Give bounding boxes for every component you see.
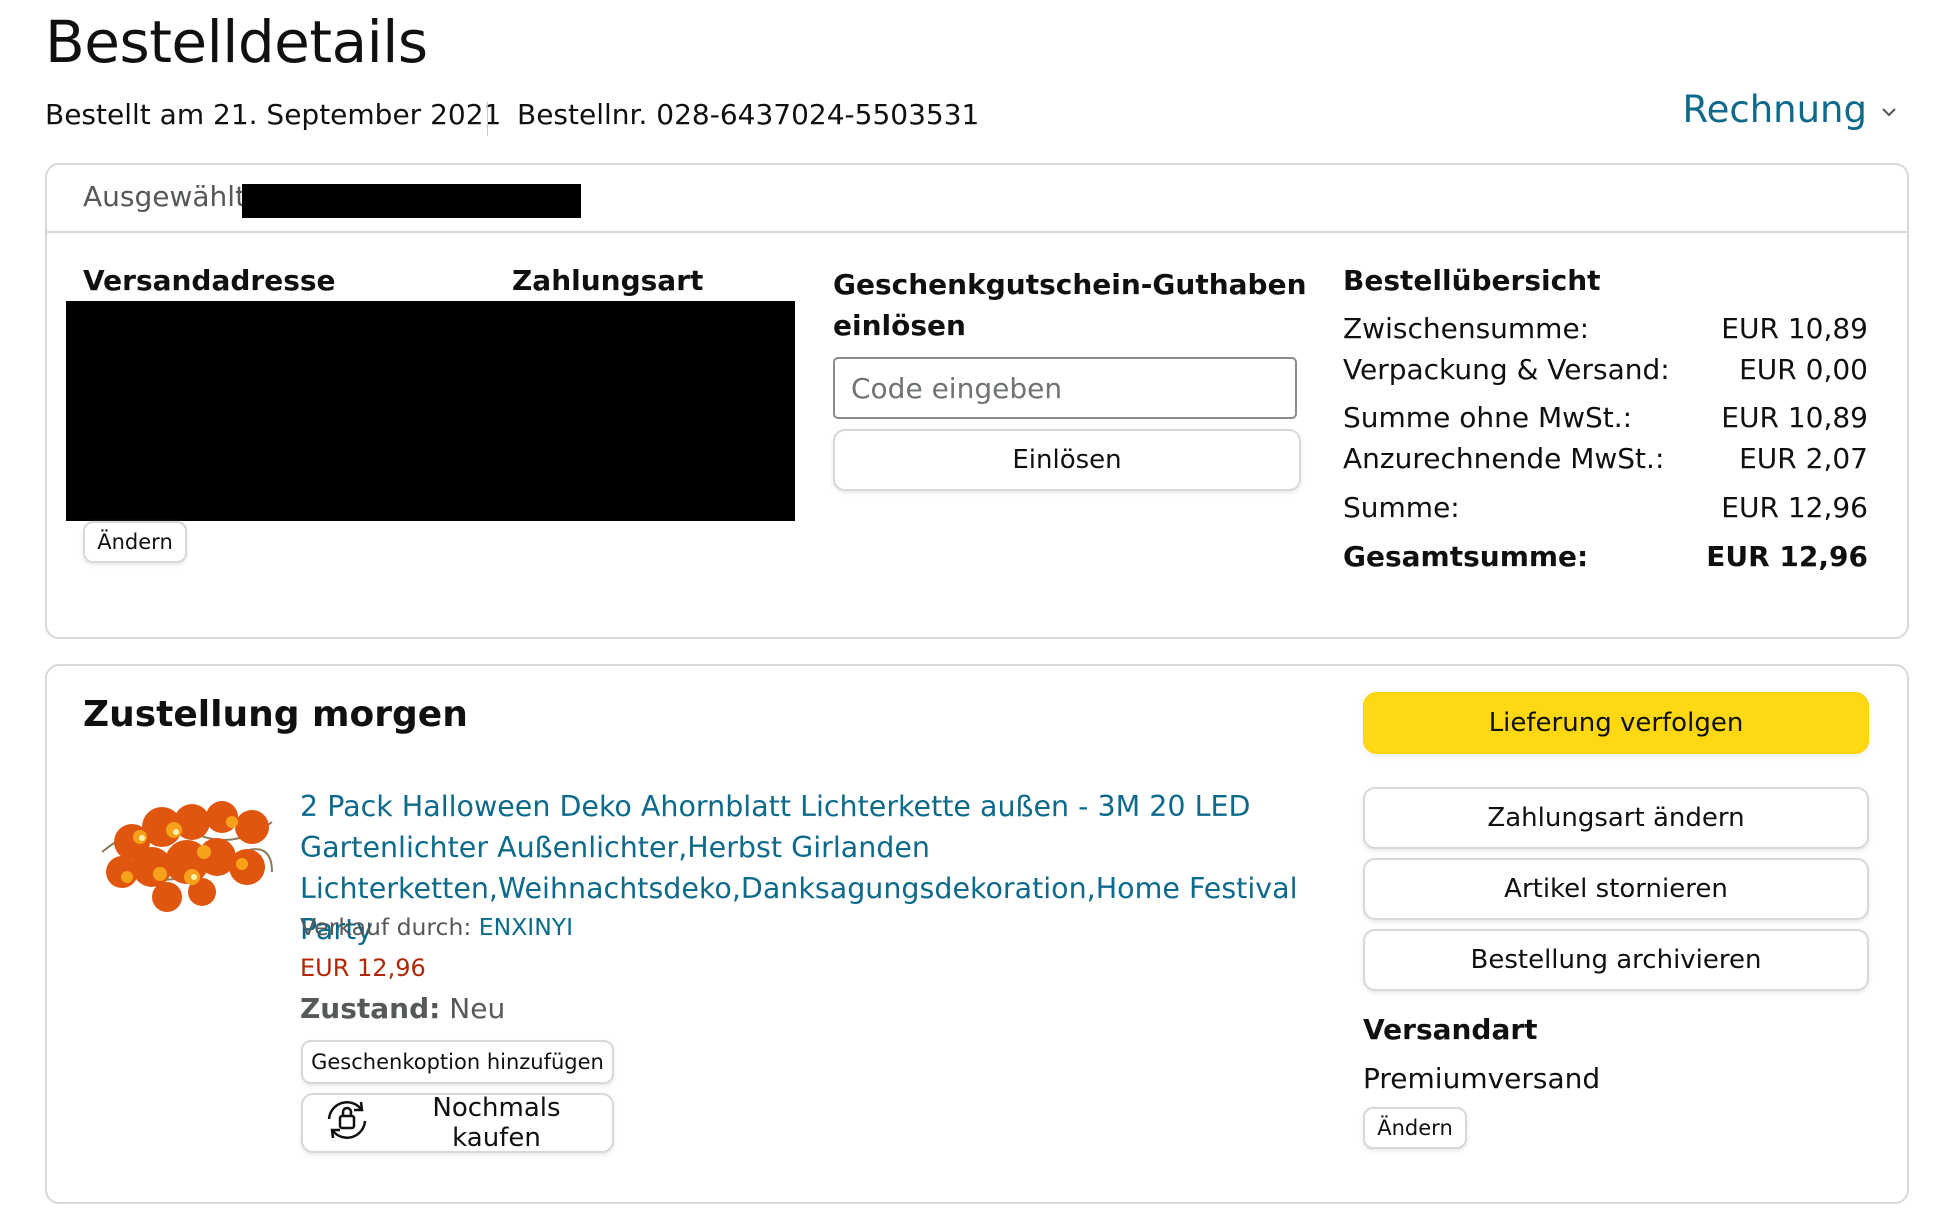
summary-row: Summe ohne MwSt.: EUR 10,89 [1343, 401, 1868, 434]
summary-row: Zwischensumme: EUR 10,89 [1343, 312, 1868, 345]
summary-value: EUR 10,89 [1721, 401, 1868, 434]
change-shipping-method-button[interactable]: Ändern [1363, 1107, 1467, 1149]
product-title-line1: 2 Pack Halloween Deko Ahornblatt Lichter… [300, 790, 1251, 823]
product-condition: Zustand: Neu [300, 992, 505, 1025]
order-date: Bestellt am 21. September 2021 [45, 98, 502, 131]
summary-label: Summe ohne MwSt.: [1343, 401, 1633, 434]
buy-again-button[interactable]: Nochmals kaufen [301, 1093, 614, 1153]
summary-value: EUR 2,07 [1739, 442, 1868, 475]
gift-card-heading-line2: einlösen [833, 309, 966, 342]
seller-link[interactable]: ENXINYI [479, 913, 573, 941]
seller-info: Verkauf durch: ENXINYI [300, 913, 573, 941]
summary-row: Anzurechnende MwSt.: EUR 2,07 [1343, 442, 1868, 475]
summary-value: EUR 12,96 [1721, 491, 1868, 524]
summary-label: Summe: [1343, 491, 1460, 524]
summary-value: EUR 0,00 [1739, 353, 1868, 386]
summary-total-row: Gesamtsumme: EUR 12,96 [1343, 540, 1868, 573]
invoice-label: Rechnung [1682, 88, 1867, 131]
archive-order-button[interactable]: Bestellung archivieren [1363, 929, 1869, 991]
change-payment-button[interactable]: Zahlungsart ändern [1363, 787, 1869, 849]
summary-row: Verpackung & Versand: EUR 0,00 [1343, 353, 1868, 386]
redeem-button[interactable]: Einlösen [833, 429, 1301, 491]
page-title: Bestelldetails [45, 8, 428, 76]
shipping-method-heading: Versandart [1363, 1013, 1538, 1046]
track-delivery-button[interactable]: Lieferung verfolgen [1363, 692, 1869, 754]
product-price: EUR 12,96 [300, 954, 426, 982]
gift-code-input[interactable] [833, 357, 1297, 419]
gift-card-heading-line1: Geschenkgutschein-Guthaben [833, 268, 1307, 301]
payment-method-heading: Zahlungsart [512, 264, 704, 297]
seller-label: Verkauf durch: [300, 913, 479, 941]
shipping-address-heading: Versandadresse [83, 264, 336, 297]
change-address-button[interactable]: Ändern [83, 521, 187, 563]
summary-label: Zwischensumme: [1343, 312, 1590, 345]
summary-value: EUR 10,89 [1721, 312, 1868, 345]
condition-value: Neu [449, 992, 506, 1025]
product-image[interactable] [92, 782, 278, 918]
add-gift-option-button[interactable]: Geschenkoption hinzufügen [301, 1040, 614, 1084]
selected-label: Ausgewählt: [83, 180, 256, 213]
product-title-line2: Gartenlichter Außenlichter,Herbst Girlan… [300, 831, 930, 864]
summary-label: Verpackung & Versand: [1343, 353, 1670, 386]
chevron-down-icon [1881, 98, 1897, 122]
order-summary-heading: Bestellübersicht [1343, 264, 1601, 297]
redacted-selection [242, 184, 581, 218]
summary-row: Summe: EUR 12,96 [1343, 491, 1868, 524]
invoice-dropdown[interactable]: Rechnung [1683, 88, 1897, 131]
shipping-method-value: Premiumversand [1363, 1062, 1601, 1095]
meta-divider [487, 102, 488, 136]
redacted-address-payment [66, 301, 795, 521]
delivery-title: Zustellung morgen [83, 694, 468, 735]
cancel-items-button[interactable]: Artikel stornieren [1363, 858, 1869, 920]
summary-label: Anzurechnende MwSt.: [1343, 442, 1665, 475]
order-number: Bestellnr. 028-6437024-5503531 [517, 98, 980, 131]
summary-total-value: EUR 12,96 [1706, 540, 1868, 573]
buy-again-icon [321, 1097, 373, 1150]
condition-label: Zustand: [300, 992, 441, 1025]
buy-again-label: Nochmals kaufen [432, 1093, 561, 1153]
gift-card-heading: Geschenkgutschein-Guthaben einlösen [833, 264, 1307, 346]
summary-total-label: Gesamtsumme: [1343, 540, 1589, 573]
